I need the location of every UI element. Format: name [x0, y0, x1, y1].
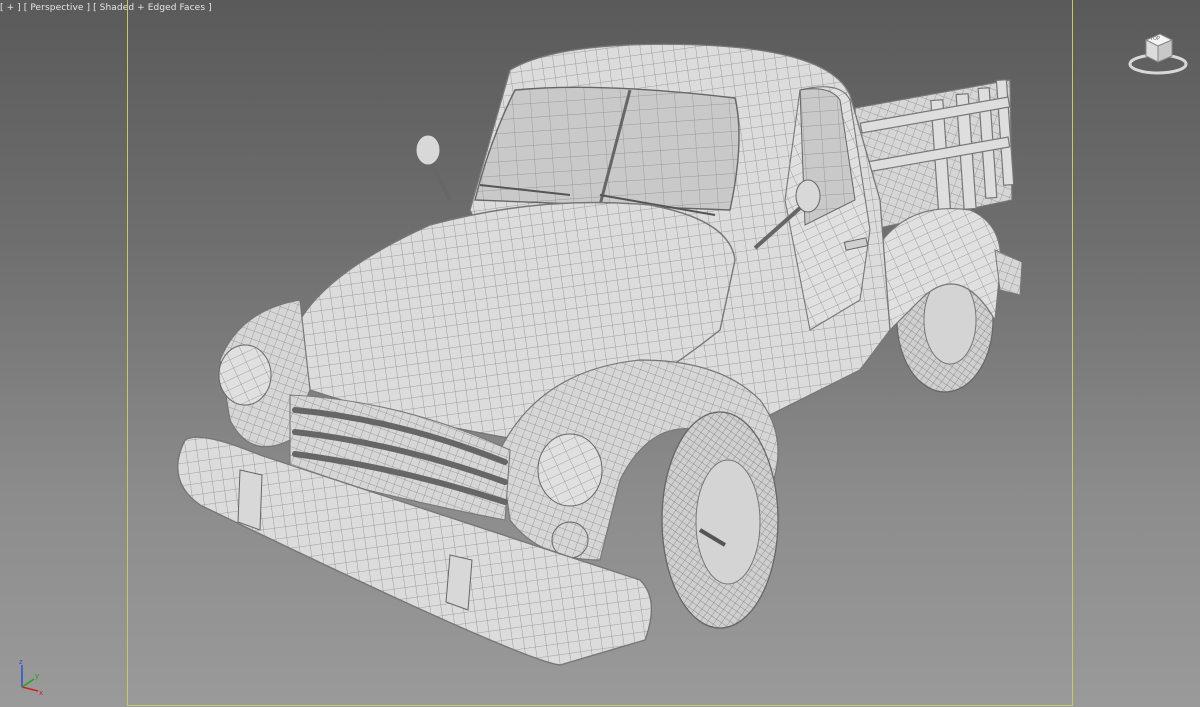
axis-tripod-icon: z x y	[19, 658, 43, 697]
windshield	[474, 86, 740, 216]
left-mirror	[415, 134, 452, 201]
axis-y-label: y	[35, 672, 39, 680]
axis-x-label: x	[39, 689, 43, 697]
perspective-viewport[interactable]: [ + ] [ Perspective ] [ Shaded + Edged F…	[0, 0, 1200, 707]
front-wheel	[661, 411, 779, 629]
viewcube-icon[interactable]: TOP	[1126, 26, 1190, 76]
viewcube-face-label: TOP	[1149, 36, 1160, 42]
truck-wireframe-model[interactable]	[0, 0, 1200, 707]
axis-z-label: z	[19, 658, 23, 666]
